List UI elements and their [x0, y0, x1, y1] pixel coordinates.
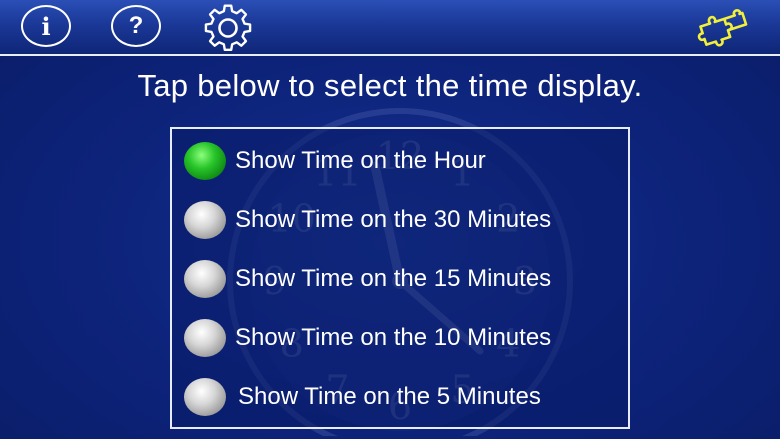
gear-icon[interactable]: [199, 3, 257, 53]
info-icon: i: [41, 11, 51, 41]
radio-unselected[interactable]: [184, 319, 226, 357]
option-30-minutes[interactable]: Show Time on the 30 Minutes: [184, 198, 551, 242]
option-label: Show Time on the 15 Minutes: [235, 265, 552, 292]
puzzle-icon[interactable]: [694, 8, 750, 48]
option-label: Show Time on the 5 Minutes: [238, 383, 541, 410]
option-label: Show Time on the 30 Minutes: [235, 206, 552, 233]
option-label: Show Time on the Hour: [235, 147, 486, 174]
radio-unselected[interactable]: [184, 260, 226, 298]
option-15-minutes[interactable]: Show Time on the 15 Minutes: [184, 257, 551, 301]
radio-unselected[interactable]: [184, 378, 226, 416]
info-button[interactable]: i: [21, 5, 71, 47]
help-icon: ?: [128, 12, 144, 39]
help-button[interactable]: ?: [111, 5, 161, 47]
time-display-options: Show Time on the Hour Show Time on the 3…: [170, 127, 630, 429]
radio-unselected[interactable]: [184, 201, 226, 239]
top-toolbar: i ?: [0, 0, 780, 56]
option-hour[interactable]: Show Time on the Hour: [184, 139, 486, 183]
option-label: Show Time on the 10 Minutes: [235, 324, 552, 351]
radio-selected[interactable]: [184, 142, 226, 180]
option-10-minutes[interactable]: Show Time on the 10 Minutes: [184, 316, 551, 360]
option-5-minutes[interactable]: Show Time on the 5 Minutes: [184, 375, 541, 419]
